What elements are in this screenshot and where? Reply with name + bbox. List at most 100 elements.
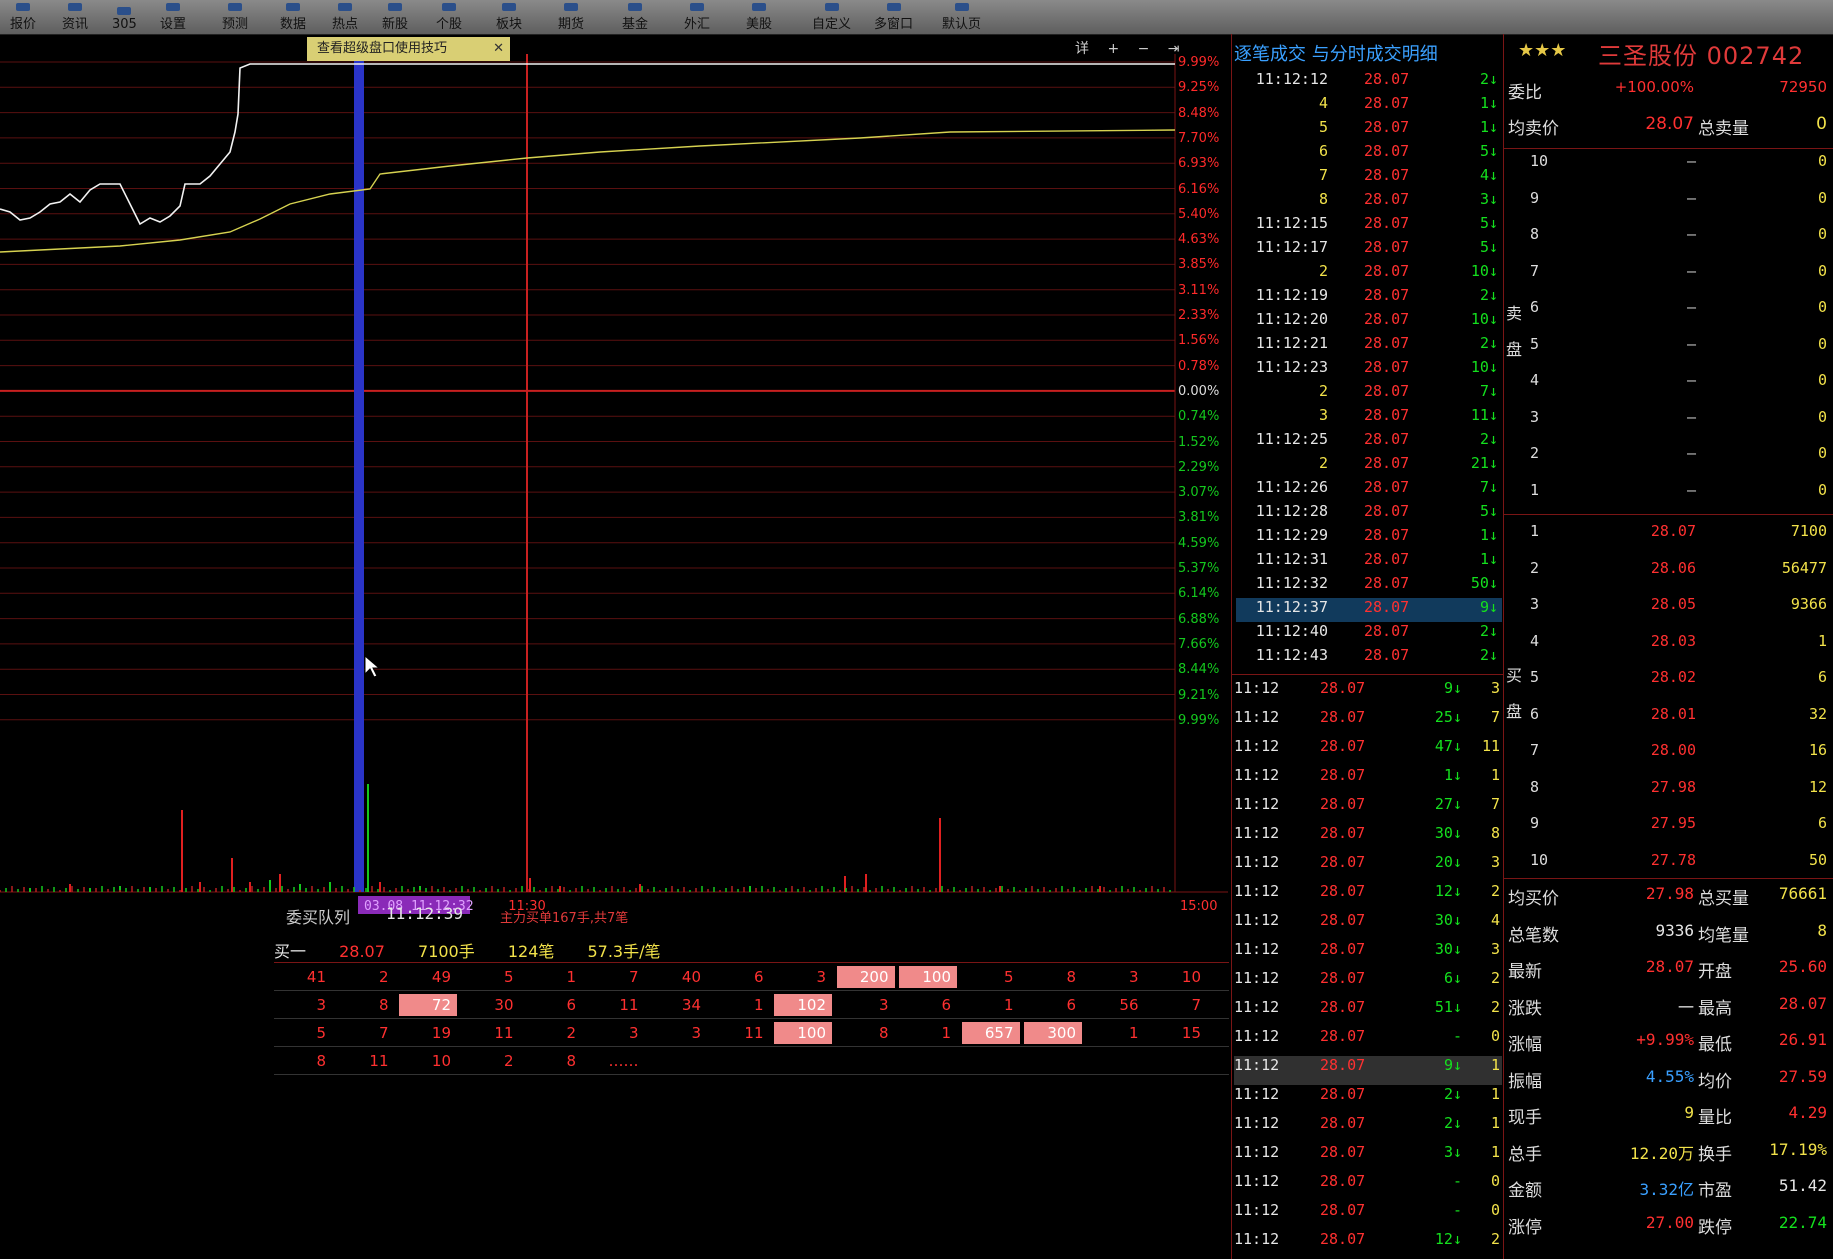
intraday-chart-canvas[interactable]: 03.08 11:12:32 11:30 15:00	[0, 34, 1228, 930]
toolbar-item-5[interactable]: 数据	[280, 2, 306, 32]
queue-cell: 56	[1119, 996, 1139, 1014]
minute-volume: 30↓	[1434, 824, 1462, 842]
percent-label: 9.99%	[1178, 55, 1220, 70]
ask-summary-v1: 28.07	[1645, 114, 1694, 134]
tick-row[interactable]: 11:12:25 28.07 2↓	[1236, 430, 1502, 454]
tick-row[interactable]: 11:12:37 28.07 9↓	[1236, 598, 1502, 622]
bid-level: 3	[1530, 595, 1540, 613]
toolbar-item-12[interactable]: 外汇	[684, 2, 710, 32]
minute-row[interactable]: 11:12 28.07 - 0	[1234, 1027, 1502, 1056]
chart-controls[interactable]: 详 + − ⇥	[1075, 38, 1187, 58]
tick-row[interactable]: 2 28.07 21↓	[1236, 454, 1502, 478]
tick-row[interactable]: 4 28.07 1↓	[1236, 94, 1502, 118]
toolbar-item-1[interactable]: 资讯	[62, 2, 88, 32]
ask-level: 7	[1530, 261, 1540, 280]
minute-row[interactable]: 11:12 28.07 2↓ 1	[1234, 1114, 1502, 1143]
tick-price: 28.07	[1364, 334, 1410, 352]
queue-title: 委买队列	[286, 908, 351, 927]
tick-row[interactable]: 7 28.07 4↓	[1236, 166, 1502, 190]
toolbar-item-13[interactable]: 美股	[746, 2, 772, 32]
minute-row[interactable]: 11:12 28.07 9↓ 3	[1234, 679, 1502, 708]
minute-row[interactable]: 11:12 28.07 - 0	[1234, 1172, 1502, 1201]
tick-row[interactable]: 11:12:12 28.07 2↓	[1236, 70, 1502, 94]
tick-row[interactable]: 11:12:26 28.07 7↓	[1236, 478, 1502, 502]
toolbar-item-16[interactable]: 默认页	[942, 2, 981, 32]
queue-price: 28.07	[339, 942, 385, 961]
tick-row[interactable]: 8 28.07 3↓	[1236, 190, 1502, 214]
toolbar-item-14[interactable]: 自定义	[812, 2, 851, 32]
tick-row[interactable]: 11:12:40 28.07 2↓	[1236, 622, 1502, 646]
tick-time: 5	[1318, 118, 1328, 136]
tick-row[interactable]: 3 28.07 11↓	[1236, 406, 1502, 430]
bid-row: 8 27.98 12	[1506, 778, 1831, 813]
tick-row[interactable]: 11:12:17 28.07 5↓	[1236, 238, 1502, 262]
toolbar-item-2[interactable]: 305	[112, 2, 137, 32]
queue-cell: ……	[608, 1052, 639, 1070]
tick-row[interactable]: 11:12:31 28.07 1↓	[1236, 550, 1502, 574]
tick-row[interactable]: 11:12:23 28.07 10↓	[1236, 358, 1502, 382]
minute-price: 28.07	[1320, 1027, 1366, 1045]
bid-price: 28.03	[1650, 631, 1696, 650]
tick-volume: 10↓	[1470, 358, 1498, 376]
tick-time: 2	[1318, 382, 1328, 400]
minute-count: 1	[1490, 1143, 1500, 1161]
minute-row[interactable]: 11:12 28.07 1↓ 1	[1234, 766, 1502, 795]
minute-row[interactable]: 11:12 28.07 9↓ 1	[1234, 1056, 1502, 1085]
minute-price: 28.07	[1320, 998, 1366, 1016]
minute-row[interactable]: 11:12 28.07 30↓ 4	[1234, 911, 1502, 940]
tick-row[interactable]: 5 28.07 1↓	[1236, 118, 1502, 142]
ask-volume: 0	[1817, 444, 1827, 462]
toolbar-item-0[interactable]: 报价	[10, 2, 36, 32]
tick-panel-title[interactable]: 逐笔成交 与分时成交明细	[1234, 40, 1438, 66]
toolbar-item-3[interactable]: 设置	[160, 2, 186, 32]
toolbar-item-9[interactable]: 板块	[496, 2, 522, 32]
stat-label: 振幅	[1508, 1071, 1542, 1092]
chart-tip-tab[interactable]: 查看超级盘口使用技巧 ✕	[307, 37, 510, 61]
tick-row[interactable]: 2 28.07 7↓	[1236, 382, 1502, 406]
tick-row[interactable]: 11:12:19 28.07 2↓	[1236, 286, 1502, 310]
toolbar-item-4[interactable]: 预测	[222, 2, 248, 32]
toolbar-item-6[interactable]: 热点	[332, 2, 358, 32]
percent-label: 6.93%	[1178, 156, 1220, 172]
minute-row[interactable]: 11:12 28.07 25↓ 7	[1234, 708, 1502, 737]
minute-row[interactable]: 11:12 28.07 12↓ 2	[1234, 882, 1502, 911]
tick-row[interactable]: 11:12:32 28.07 50↓	[1236, 574, 1502, 598]
tick-row[interactable]: 2 28.07 10↓	[1236, 262, 1502, 286]
toolbar-item-8[interactable]: 个股	[436, 2, 462, 32]
minute-row[interactable]: 11:12 28.07 2↓ 1	[1234, 1085, 1502, 1114]
tick-time: 11:12:21	[1255, 334, 1328, 352]
tick-row[interactable]: 11:12:29 28.07 1↓	[1236, 526, 1502, 550]
tick-row[interactable]: 11:12:21 28.07 2↓	[1236, 334, 1502, 358]
minute-row[interactable]: 11:12 28.07 27↓ 7	[1234, 795, 1502, 824]
minute-row[interactable]: 11:12 28.07 20↓ 3	[1234, 853, 1502, 882]
intraday-chart[interactable]: 03.08 11:12:32 11:30 15:00	[0, 34, 1228, 930]
minute-row[interactable]: 11:12 28.07 3↓ 1	[1234, 1143, 1502, 1172]
toolbar-item-10[interactable]: 期货	[558, 2, 584, 32]
tick-time: 11:12:31	[1255, 550, 1328, 568]
tick-row[interactable]: 6 28.07 5↓	[1236, 142, 1502, 166]
percent-label: 7.66%	[1178, 636, 1220, 652]
tick-row[interactable]: 11:12:43 28.07 2↓	[1236, 646, 1502, 670]
toolbar-item-11[interactable]: 基金	[622, 2, 648, 32]
minute-row[interactable]: 11:12 28.07 6↓ 2	[1234, 969, 1502, 998]
minute-row[interactable]: 11:12 28.07 47↓ 11	[1234, 737, 1502, 766]
minute-row[interactable]: 11:12 28.07 51↓ 2	[1234, 998, 1502, 1027]
minute-row[interactable]: 11:12 28.07 12↓ 2	[1234, 1230, 1502, 1259]
minute-volume: 51↓	[1434, 998, 1462, 1016]
close-icon[interactable]: ✕	[493, 37, 504, 61]
tick-row[interactable]: 11:12:15 28.07 5↓	[1236, 214, 1502, 238]
minute-row[interactable]: 11:12 28.07 30↓ 3	[1234, 940, 1502, 969]
tick-row[interactable]: 11:12:28 28.07 5↓	[1236, 502, 1502, 526]
minute-time: 11:12	[1234, 824, 1280, 842]
percent-label: 3.07%	[1178, 485, 1220, 501]
minute-row[interactable]: 11:12 28.07 - 0	[1234, 1201, 1502, 1230]
ask-price: —	[1686, 407, 1696, 426]
minute-time: 11:12	[1234, 911, 1280, 929]
toolbar-item-15[interactable]: 多窗口	[874, 2, 913, 32]
toolbar-icon	[564, 3, 578, 11]
minute-time: 11:12	[1234, 1230, 1280, 1248]
tick-row[interactable]: 11:12:20 28.07 10↓	[1236, 310, 1502, 334]
minute-row[interactable]: 11:12 28.07 30↓ 8	[1234, 824, 1502, 853]
tick-volume: 11↓	[1470, 406, 1498, 424]
toolbar-item-7[interactable]: 新股	[382, 2, 408, 32]
